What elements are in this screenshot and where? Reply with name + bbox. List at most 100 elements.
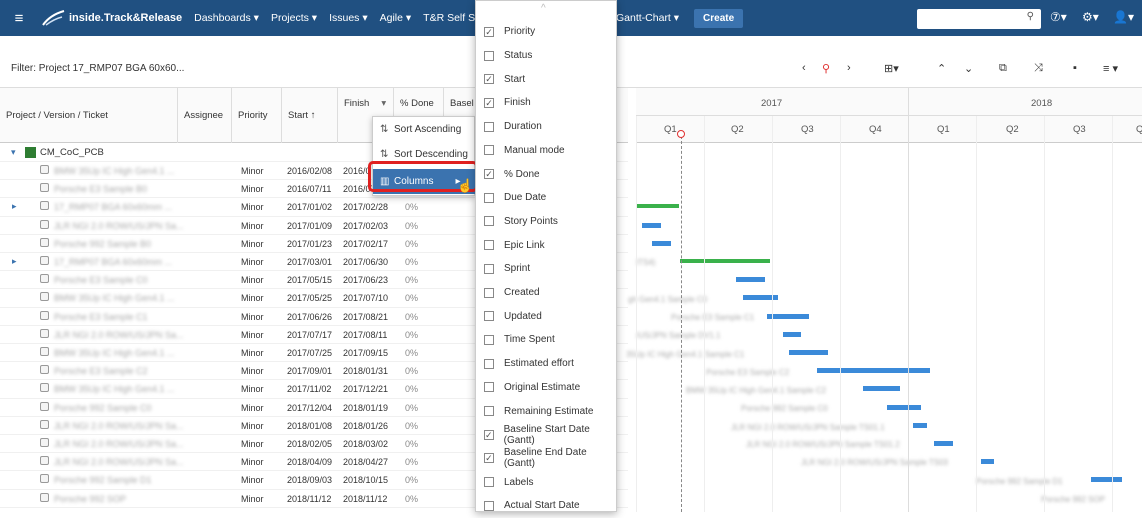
checkbox-icon[interactable] — [484, 382, 494, 393]
expand-up-icon[interactable]: ⌃ — [937, 62, 946, 75]
gantt-task-bar[interactable] — [863, 386, 900, 392]
ticket-name[interactable]: JLR NGI 2.0 ROW/US/JPN Sa... — [54, 221, 184, 231]
ticket-name[interactable]: BMW 35Up IC High Gen4.1 ... — [54, 166, 175, 176]
column-option[interactable]: Time Spent — [476, 328, 618, 352]
checkbox-icon[interactable] — [484, 121, 494, 132]
user-avatar-icon[interactable]: 👤▾ — [1113, 10, 1134, 24]
ticket-name[interactable]: Porsche E3 Sample B0 — [54, 184, 147, 194]
expand-chevron-icon[interactable]: ▸ — [12, 201, 17, 212]
column-option[interactable]: Original Estimate — [476, 376, 618, 400]
column-option[interactable]: Status — [476, 44, 618, 68]
next-icon[interactable]: › — [847, 62, 851, 74]
more-menu-icon[interactable]: ≡ ▾ — [1103, 62, 1118, 75]
checkbox-icon[interactable] — [484, 358, 494, 369]
column-option[interactable]: ✓ Baseline Start Date (Gantt) — [476, 423, 618, 447]
checkbox-icon[interactable] — [484, 145, 494, 156]
scroll-up-icon[interactable]: ^ — [541, 3, 546, 14]
ticket-name[interactable]: Porsche E3 Sample C1 — [54, 312, 148, 322]
hamburger-menu-icon[interactable]: ≡ — [6, 10, 32, 27]
ticket-name[interactable]: Porsche 992 Sample D1 — [54, 475, 152, 485]
ticket-name[interactable]: Porsche E3 Sample C0 — [54, 275, 148, 285]
gantt-task-bar[interactable] — [735, 277, 765, 283]
settings-gear-icon[interactable]: ⚙▾ — [1082, 10, 1099, 24]
nav-item[interactable]: Issues ▾ — [329, 12, 368, 24]
checkbox-icon[interactable] — [484, 311, 494, 322]
column-option[interactable]: Updated — [476, 304, 618, 328]
checkbox-icon[interactable] — [484, 50, 494, 61]
help-icon[interactable]: ⑦▾ — [1050, 10, 1067, 24]
ticket-name[interactable]: 17_RMP07 BGA 60x60mm ... — [54, 257, 172, 267]
checkbox-icon[interactable] — [484, 500, 494, 511]
column-header-priority[interactable]: Priority — [232, 88, 282, 143]
ticket-name[interactable]: Porsche 992 Sample B0 — [54, 239, 151, 249]
search-input[interactable]: ⚲ — [917, 9, 1041, 29]
gantt-task-bar[interactable] — [887, 404, 922, 410]
ticket-name[interactable]: BMW 35Up IC High Gen4.1 ... — [54, 293, 175, 303]
column-header-project[interactable]: Project / Version / Ticket — [0, 88, 178, 143]
nav-item[interactable]: Projects ▾ — [271, 12, 317, 24]
ticket-name[interactable]: JLR NGI 2.0 ROW/US/JPN Sa... — [54, 330, 184, 340]
today-marker-icon[interactable]: ⚲ — [822, 62, 830, 75]
checkbox-icon[interactable] — [484, 334, 494, 345]
ticket-name[interactable]: 17_RMP07 BGA 60x60mm ... — [54, 202, 172, 212]
collapse-down-icon[interactable]: ⌄ — [964, 62, 973, 75]
gantt-summary-bar[interactable] — [679, 259, 771, 263]
gantt-task-bar[interactable] — [817, 368, 931, 374]
ticket-name[interactable]: BMW 35Up IC High Gen4.1 ... — [54, 348, 175, 358]
column-option[interactable]: ✓ Start — [476, 67, 618, 91]
ticket-name[interactable]: Porsche 992 Sample C0 — [54, 403, 152, 413]
checkbox-checked-icon[interactable]: ✓ — [484, 97, 494, 108]
checkbox-checked-icon[interactable]: ✓ — [484, 453, 494, 464]
checkbox-icon[interactable] — [484, 240, 494, 251]
prev-icon[interactable]: ‹ — [802, 62, 806, 74]
column-option[interactable]: ✓ Baseline End Date (Gantt) — [476, 447, 618, 471]
ticket-name[interactable]: JLR NGI 2.0 ROW/US/JPN Sa... — [54, 421, 184, 431]
gantt-task-bar[interactable] — [782, 331, 802, 337]
nav-gantt-chart[interactable]: Gantt-Chart ▾ — [616, 12, 679, 24]
column-dropdown-icon[interactable]: ▾ — [381, 98, 386, 109]
column-option[interactable]: Actual Start Date — [476, 494, 618, 518]
checkbox-icon[interactable] — [484, 192, 494, 203]
checkbox-checked-icon[interactable]: ✓ — [484, 429, 494, 440]
save-icon[interactable]: ▪ — [1073, 62, 1077, 74]
column-option[interactable]: Manual mode — [476, 139, 618, 163]
checkbox-checked-icon[interactable]: ✓ — [484, 74, 494, 85]
ticket-name[interactable]: BMW 35Up IC High Gen4.1 ... — [54, 384, 175, 394]
baseline-icon[interactable]: ⧉ — [999, 62, 1007, 75]
checkbox-checked-icon[interactable]: ✓ — [484, 169, 494, 180]
gantt-task-bar[interactable] — [934, 441, 953, 446]
app-logo[interactable]: inside.Track&Release — [42, 9, 182, 27]
column-option[interactable]: Estimated effort — [476, 352, 618, 376]
column-option[interactable]: Epic Link — [476, 233, 618, 257]
sort-ascending-item[interactable]: ⇅ Sort Ascending — [373, 117, 476, 142]
ticket-name[interactable]: Porsche E3 Sample C2 — [54, 366, 148, 376]
checkbox-icon[interactable] — [484, 216, 494, 227]
zoom-icon[interactable]: ⊞▾ — [884, 62, 899, 75]
column-option[interactable]: ✓ % Done — [476, 162, 618, 186]
gantt-task-bar[interactable] — [641, 222, 661, 228]
column-option[interactable]: Created — [476, 281, 618, 305]
gantt-task-bar[interactable] — [652, 240, 672, 246]
gantt-task-bar[interactable] — [788, 350, 828, 355]
column-option[interactable]: ✓ Finish — [476, 91, 618, 115]
expand-chevron-icon[interactable]: ▸ — [12, 256, 17, 267]
column-option[interactable]: Labels — [476, 470, 618, 494]
checkbox-icon[interactable] — [484, 477, 494, 488]
gantt-task-bar[interactable] — [981, 459, 995, 465]
column-option[interactable]: Remaining Estimate — [476, 399, 618, 423]
checkbox-icon[interactable] — [484, 406, 494, 417]
gantt-task-bar[interactable] — [767, 313, 809, 319]
ticket-name[interactable]: Porsche 992 SOP — [54, 494, 126, 504]
ticket-name[interactable]: JLR NGI 2.0 ROW/US/JPN Sa... — [54, 439, 184, 449]
ticket-name[interactable]: JLR NGI 2.0 ROW/US/JPN Sa... — [54, 457, 184, 467]
gantt-task-bar[interactable] — [1090, 477, 1122, 483]
column-option[interactable]: Story Points — [476, 210, 618, 234]
column-header-assignee[interactable]: Assignee — [178, 88, 232, 143]
nav-item[interactable]: Dashboards ▾ — [194, 12, 259, 24]
column-option[interactable]: Duration — [476, 115, 618, 139]
column-option[interactable]: ✓ Priority — [476, 20, 618, 44]
column-option[interactable]: Due Date — [476, 186, 618, 210]
checkbox-icon[interactable] — [484, 263, 494, 274]
checkbox-checked-icon[interactable]: ✓ — [484, 26, 494, 37]
create-button[interactable]: Create — [694, 8, 744, 28]
